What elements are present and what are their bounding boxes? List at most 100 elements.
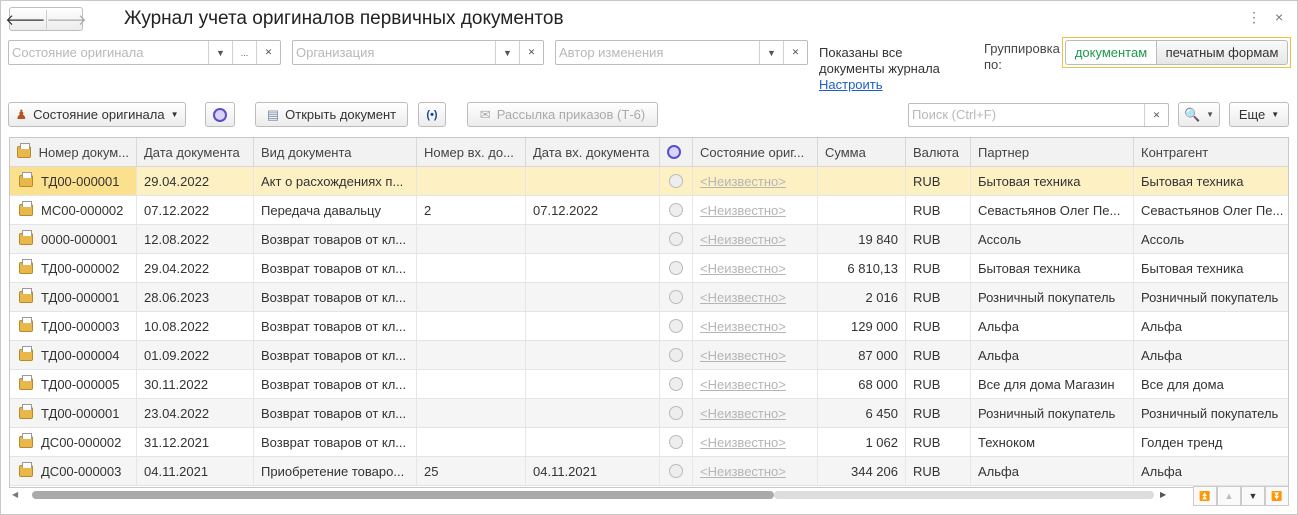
broadcast-icon[interactable]: (•) <box>418 102 446 127</box>
clear-icon[interactable]: ✕ <box>783 41 807 64</box>
column-header[interactable]: Вид документа <box>254 138 417 166</box>
scroll-top-button[interactable]: ⏫ <box>1193 486 1217 506</box>
table-row[interactable]: 0000-000001 12.08.2022 Возврат товаров от … <box>10 225 1288 254</box>
back-arrow-icon[interactable]: 🡐 <box>5 9 47 29</box>
dropdown-icon[interactable]: ▼ <box>208 41 232 64</box>
cell-text: 04.11.2021 <box>144 463 209 479</box>
state-link[interactable]: <Неизвестно> <box>700 435 786 450</box>
state-circle-icon <box>669 377 683 391</box>
grouping-documents[interactable]: документам <box>1065 40 1157 65</box>
table-cell: Возврат товаров от кл... <box>254 428 417 456</box>
state-link[interactable]: <Неизвестно> <box>700 174 786 189</box>
state-link[interactable]: <Неизвестно> <box>700 319 786 334</box>
state-link[interactable]: <Неизвестно> <box>700 290 786 305</box>
column-header[interactable]: Сумма <box>818 138 906 166</box>
state-filter-button[interactable] <box>205 102 235 127</box>
table-cell: 2 016 <box>818 283 906 311</box>
select-ellipsis-icon[interactable]: ... <box>232 41 256 64</box>
table-cell: <Неизвестно> <box>693 196 818 224</box>
table-cell: Возврат товаров от кл... <box>254 254 417 282</box>
open-document-button[interactable]: ▤ Открыть документ <box>255 102 408 127</box>
more-menu-icon[interactable]: ⋮ <box>1247 9 1261 26</box>
state-filter[interactable]: Состояние оригинала ▼... ✕ <box>8 40 281 65</box>
folder-icon <box>19 230 33 245</box>
table-cell <box>660 254 693 282</box>
table-row[interactable]: ТД00-000001 29.04.2022 Акт о расхождениях … <box>10 167 1288 196</box>
state-filter-placeholder: Состояние оригинала <box>12 45 144 60</box>
clear-icon[interactable]: ✕ <box>256 41 280 64</box>
cell-text: RUB <box>913 434 941 450</box>
cell-text: Возврат товаров от кл... <box>261 434 407 450</box>
state-link[interactable]: <Неизвестно> <box>700 464 786 479</box>
column-header[interactable] <box>660 138 693 166</box>
column-header[interactable]: Состояние ориг... <box>693 138 818 166</box>
scroll-bottom-button[interactable]: ⏬ <box>1265 486 1289 506</box>
column-header[interactable]: Контрагент <box>1134 138 1288 166</box>
cell-text: 29.04.2022 <box>144 260 210 276</box>
column-header[interactable]: Валюта <box>906 138 971 166</box>
cell-text: Передача давальцу <box>261 202 382 218</box>
column-header[interactable]: Дата документа <box>137 138 254 166</box>
horizontal-scrollbar[interactable]: ◀ ▶ <box>10 488 1180 502</box>
column-header[interactable]: Номер докум... <box>10 138 137 166</box>
scrollbar-thumb[interactable] <box>32 491 774 499</box>
table-row[interactable]: ТД00-000004 01.09.2022 Возврат товаров от … <box>10 341 1288 370</box>
search-button[interactable]: 🔍 ▼ <box>1178 102 1220 127</box>
organization-filter[interactable]: Организация ▼ ✕ <box>292 40 544 65</box>
dropdown-icon[interactable]: ▼ <box>759 41 783 64</box>
scroll-down-button[interactable]: ▼ <box>1241 486 1265 506</box>
state-button[interactable]: ♟ Состояние оригинала ▼ <box>8 102 186 127</box>
state-link[interactable]: <Неизвестно> <box>700 377 786 392</box>
table-cell: 68 000 <box>818 370 906 398</box>
table-cell: Севастьянов Олег Пе... <box>1134 196 1288 224</box>
configure-link[interactable]: Настроить <box>819 77 940 93</box>
table-row[interactable]: ТД00-000001 23.04.2022 Возврат товаров от … <box>10 399 1288 428</box>
column-label: Сумма <box>825 144 866 160</box>
table-cell <box>526 167 660 195</box>
more-label: Еще <box>1238 107 1266 122</box>
state-link[interactable]: <Неизвестно> <box>700 232 786 247</box>
folder-icon <box>19 433 33 448</box>
table-cell: RUB <box>906 196 971 224</box>
state-link[interactable]: <Неизвестно> <box>700 348 786 363</box>
cell-text: RUB <box>913 463 941 479</box>
scroll-right-icon[interactable]: ▶ <box>1160 490 1166 499</box>
column-header[interactable]: Дата вх. документа <box>526 138 660 166</box>
state-circle-icon <box>669 464 683 478</box>
table-cell: Альфа <box>971 312 1134 340</box>
table-row[interactable]: ДС00-000003 04.11.2021 Приобретение товаро… <box>10 457 1288 486</box>
table-cell <box>417 254 526 282</box>
table-row[interactable]: ТД00-000001 28.06.2023 Возврат товаров от … <box>10 283 1288 312</box>
state-link[interactable]: <Неизвестно> <box>700 261 786 276</box>
table-cell: RUB <box>906 167 971 195</box>
clear-icon[interactable]: ✕ <box>519 41 543 64</box>
table-row[interactable]: ДС00-000002 31.12.2021 Возврат товаров от … <box>10 428 1288 457</box>
state-link[interactable]: <Неизвестно> <box>700 203 786 218</box>
search-input[interactable]: Поиск (Ctrl+F) ✕ <box>908 103 1169 127</box>
table-row[interactable]: ТД00-000005 30.11.2022 Возврат товаров от … <box>10 370 1288 399</box>
mailing-button[interactable]: ✉ Рассылка приказов (Т-6) <box>467 102 658 127</box>
table-row[interactable]: МС00-000002 07.12.2022 Передача давальцу 2 0… <box>10 196 1288 225</box>
dropdown-icon[interactable]: ▼ <box>495 41 519 64</box>
cell-text: ТД00-000001 <box>41 173 120 189</box>
close-icon[interactable]: × <box>1275 9 1283 25</box>
state-link[interactable]: <Неизвестно> <box>700 406 786 421</box>
table-cell: Бытовая техника <box>971 254 1134 282</box>
table-row[interactable]: ТД00-000002 29.04.2022 Возврат товаров от … <box>10 254 1288 283</box>
forward-arrow-icon[interactable]: 🡒 <box>47 10 87 29</box>
scroll-up-button[interactable]: ▲ <box>1217 486 1241 506</box>
table-cell: 10.08.2022 <box>137 312 254 340</box>
column-header[interactable]: Номер вх. до... <box>417 138 526 166</box>
table-cell: <Неизвестно> <box>693 312 818 340</box>
cell-text: Голден тренд <box>1141 434 1223 450</box>
cell-text: 07.12.2022 <box>144 202 210 218</box>
state-circle-icon <box>669 319 683 333</box>
clear-icon[interactable]: ✕ <box>1144 104 1168 126</box>
scroll-left-icon[interactable]: ◀ <box>12 490 18 499</box>
table-row[interactable]: ТД00-000003 10.08.2022 Возврат товаров от … <box>10 312 1288 341</box>
author-filter[interactable]: Автор изменения ▼ ✕ <box>555 40 808 65</box>
grouping-print-forms[interactable]: печатным формам <box>1157 40 1288 65</box>
more-button[interactable]: Еще ▼ <box>1229 102 1289 127</box>
column-header[interactable]: Партнер <box>971 138 1134 166</box>
table-cell <box>660 196 693 224</box>
